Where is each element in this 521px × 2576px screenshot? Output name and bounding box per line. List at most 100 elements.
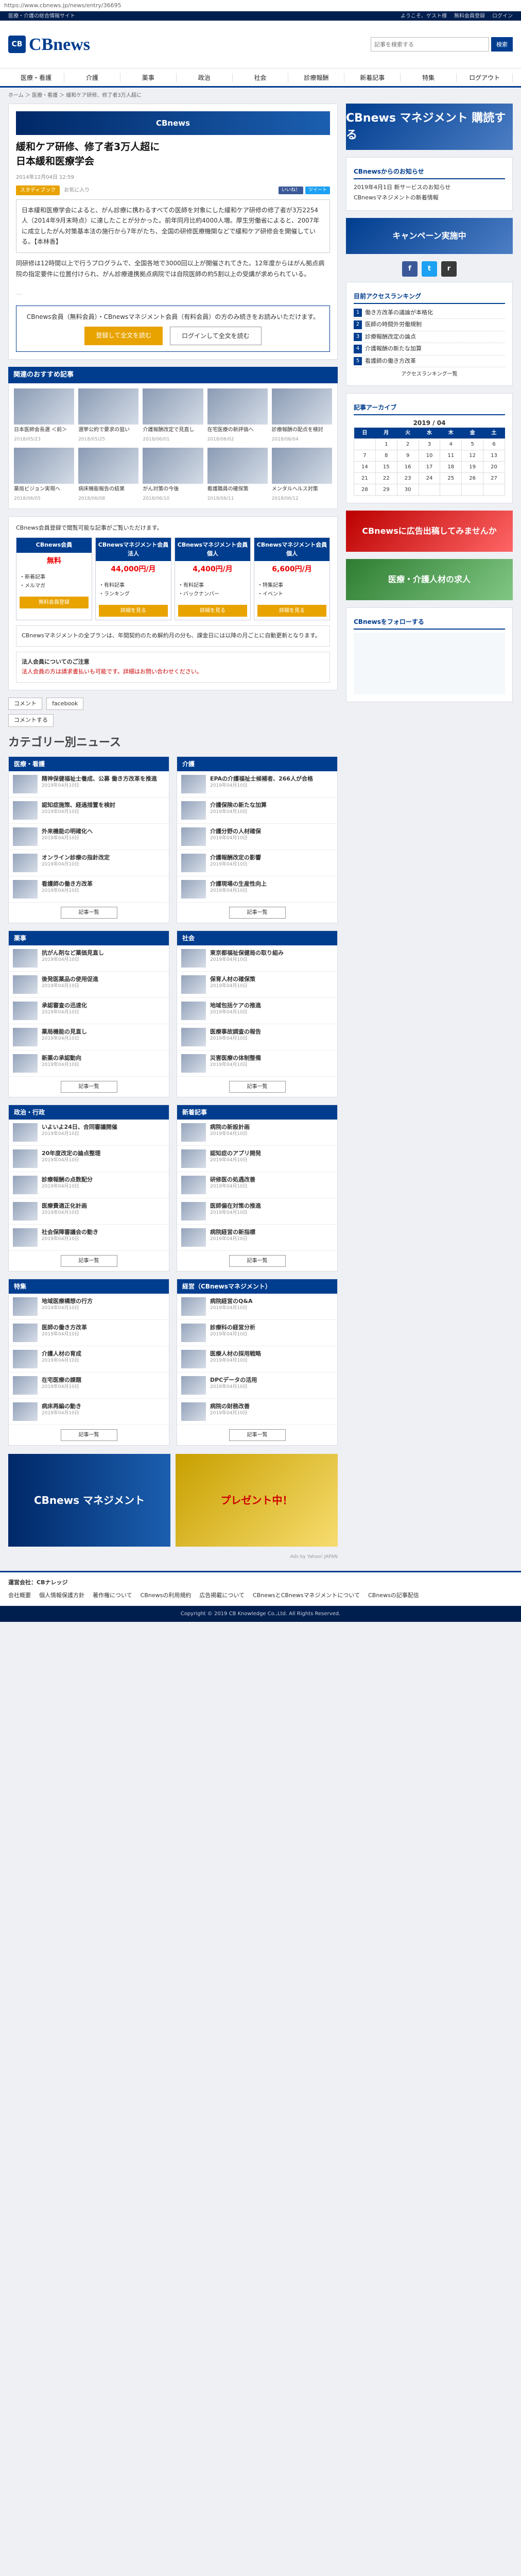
campaign-banner[interactable]: キャンペーン実施中 <box>346 217 513 254</box>
plan-button[interactable]: 詳細を見る <box>99 605 168 617</box>
recommend-item[interactable]: 在宅医療の新評価へ 2018/06/02 <box>207 388 268 444</box>
category-item[interactable]: 介護分野の人材確保 2019年04月10日 <box>177 824 337 850</box>
category-item[interactable]: 病院の新設計画 2019年04月10日 <box>177 1120 337 1146</box>
calendar-day[interactable]: 25 <box>440 472 462 485</box>
category-item[interactable]: 病院経営のQ&A 2019年04月10日 <box>177 1294 337 1320</box>
tab-facebook[interactable]: facebook <box>46 697 84 710</box>
site-logo[interactable]: CB CBnews <box>8 31 90 58</box>
category-item[interactable]: 新薬の承認動向 2019年04月10日 <box>9 1050 169 1077</box>
nav-item-1[interactable]: 介護 <box>64 73 120 82</box>
calendar-day[interactable]: 5 <box>461 438 484 451</box>
calendar-day[interactable]: 12 <box>461 450 484 462</box>
footer-link[interactable]: 著作権について <box>93 1591 132 1600</box>
calendar-day[interactable]: 8 <box>375 450 397 462</box>
calendar-day[interactable]: 27 <box>483 472 505 485</box>
category-item[interactable]: 地域医療構想の行方 2019年04月10日 <box>9 1294 169 1320</box>
category-tag[interactable]: スタディブック <box>16 185 60 196</box>
footer-link[interactable]: 会社概要 <box>8 1591 31 1600</box>
calendar-day[interactable]: 3 <box>418 438 441 451</box>
recommend-item[interactable]: 選挙公約で要求の狙い 2018/05/25 <box>78 388 139 444</box>
share-button[interactable]: ツイート <box>305 186 330 195</box>
comment-button[interactable]: コメントする <box>8 714 54 727</box>
category-item[interactable]: 医療費適正化計画 2019年04月10日 <box>9 1198 169 1225</box>
ranking-item[interactable]: 4 介護報酬の新たな加算 <box>354 343 505 355</box>
nav-item-0[interactable]: 医療・看護 <box>8 73 64 82</box>
plan-button[interactable]: 詳細を見る <box>178 605 247 617</box>
ad-provider[interactable]: Ads by Yahoo! JAPAN <box>8 1554 338 1561</box>
category-item[interactable]: 在宅医療の課題 2019年04月10日 <box>9 1372 169 1399</box>
category-item[interactable]: 病床再編の動き 2019年04月10日 <box>9 1399 169 1425</box>
nav-item-6[interactable]: 新着記事 <box>344 73 401 82</box>
calendar-day[interactable]: 30 <box>396 484 419 496</box>
job-banner[interactable]: 医療・介護人材の求人 <box>346 559 513 601</box>
recommend-item[interactable]: 病床機能報告の結果 2018/06/08 <box>78 448 139 503</box>
category-item[interactable]: 研修医の処遇改善 2019年04月10日 <box>177 1172 337 1198</box>
calendar-day[interactable]: 23 <box>396 472 419 485</box>
address-bar[interactable]: https://www.cbnews.jp/news/entry/36695 <box>0 0 521 11</box>
category-more-button[interactable]: 記事一覧 <box>229 1255 286 1267</box>
category-item[interactable]: EPAの介護福祉士候補者、266人が合格 2019年04月10日 <box>177 771 337 798</box>
category-item[interactable]: 後発医薬品の使用促進 2019年04月10日 <box>9 972 169 998</box>
article-header-banner[interactable]: CBnews <box>16 111 330 135</box>
ad-banner-2[interactable]: プレゼント中！ <box>176 1453 338 1547</box>
category-item[interactable]: 医師偏在対策の推進 2019年04月10日 <box>177 1198 337 1225</box>
login-read-button[interactable]: ログインして全文を読む <box>170 327 262 346</box>
category-item[interactable]: 診療報酬の点数配分 2019年04月10日 <box>9 1172 169 1198</box>
category-item[interactable]: 20年度改定の論点整理 2019年04月10日 <box>9 1146 169 1172</box>
ranking-more-link[interactable]: アクセスランキング一覧 <box>354 370 505 378</box>
ranking-item[interactable]: 1 働き方改革の議論が本格化 <box>354 307 505 319</box>
category-item[interactable]: オンライン診療の指針改定 2019年04月10日 <box>9 850 169 876</box>
calendar-day[interactable]: 4 <box>440 438 462 451</box>
calendar-day[interactable]: 26 <box>461 472 484 485</box>
ranking-item[interactable]: 5 看護師の働き方改革 <box>354 355 505 368</box>
footer-link[interactable]: CBnewsの記事配信 <box>368 1591 419 1600</box>
category-item[interactable]: 認知症施策、経過措置を検討 2019年04月10日 <box>9 798 169 824</box>
calendar-day[interactable]: 21 <box>354 472 376 485</box>
category-more-button[interactable]: 記事一覧 <box>60 906 117 919</box>
category-item[interactable]: 精神保健福祉士養成、公募 働き方改革を推進 2019年04月10日 <box>9 771 169 798</box>
nav-item-3[interactable]: 政治 <box>177 73 233 82</box>
calendar-day[interactable]: 14 <box>354 461 376 473</box>
recommend-item[interactable]: 日本医師会長選 ＜前＞ 2018/05/23 <box>14 388 75 444</box>
recommend-item[interactable]: 介護報酬改定で見直し 2018/06/01 <box>143 388 203 444</box>
category-item[interactable]: 保育人材の確保策 2019年04月10日 <box>177 972 337 998</box>
login-link[interactable]: ログイン <box>492 12 513 20</box>
category-item[interactable]: DPCデータの活用 2019年04月10日 <box>177 1372 337 1399</box>
category-item[interactable]: 介護報酬改定の影響 2019年04月10日 <box>177 850 337 876</box>
category-item[interactable]: 介護人材の育成 2019年04月10日 <box>9 1346 169 1372</box>
calendar-day[interactable]: 24 <box>418 472 441 485</box>
category-more-button[interactable]: 記事一覧 <box>60 1429 117 1441</box>
info-item[interactable]: CBnewsマネジメントの新着情報 <box>354 193 505 203</box>
nav-item-7[interactable]: 特集 <box>401 73 457 82</box>
category-item[interactable]: 医師の働き方改革 2019年04月10日 <box>9 1320 169 1346</box>
category-more-button[interactable]: 記事一覧 <box>60 1080 117 1093</box>
calendar-day[interactable]: 9 <box>396 450 419 462</box>
footer-link[interactable]: 個人情報保護方針 <box>39 1591 84 1600</box>
calendar-day[interactable]: 18 <box>440 461 462 473</box>
calendar-day[interactable]: 16 <box>396 461 419 473</box>
ad-banner-1[interactable]: CBnews マネジメント <box>8 1453 170 1547</box>
footer-link[interactable]: 広告掲載について <box>199 1591 245 1600</box>
nav-item-4[interactable]: 社会 <box>233 73 289 82</box>
register-link[interactable]: 無料会員登録 <box>454 12 485 20</box>
rss-icon[interactable]: r <box>441 261 457 277</box>
category-more-button[interactable]: 記事一覧 <box>229 1080 286 1093</box>
nav-item-8[interactable]: ログアウト <box>457 73 513 82</box>
twitter-icon[interactable]: t <box>422 261 437 277</box>
category-more-button[interactable]: 記事一覧 <box>60 1255 117 1267</box>
category-item[interactable]: 病院経営の新指標 2019年04月10日 <box>177 1225 337 1251</box>
category-item[interactable]: 外来機能の明確化へ 2019年04月10日 <box>9 824 169 850</box>
ranking-item[interactable]: 2 医師の時間外労働規制 <box>354 319 505 331</box>
category-item[interactable]: 診療科の経営分析 2019年04月10日 <box>177 1320 337 1346</box>
category-item[interactable]: 医療事故調査の報告 2019年04月10日 <box>177 1024 337 1050</box>
calendar-day[interactable]: 20 <box>483 461 505 473</box>
like-button[interactable]: いいね！ <box>278 186 303 195</box>
register-read-button[interactable]: 登録して全文を読む <box>84 327 163 346</box>
category-more-button[interactable]: 記事一覧 <box>229 1429 286 1441</box>
twitter-timeline[interactable] <box>354 633 505 695</box>
category-item[interactable]: 看護師の働き方改革 2019年04月10日 <box>9 876 169 903</box>
calendar-day[interactable]: 2 <box>396 438 419 451</box>
calendar-day[interactable]: 7 <box>354 450 376 462</box>
search-button[interactable]: 検索 <box>491 37 513 52</box>
recommend-item[interactable]: 薬局ビジョン実現へ 2018/06/05 <box>14 448 75 503</box>
